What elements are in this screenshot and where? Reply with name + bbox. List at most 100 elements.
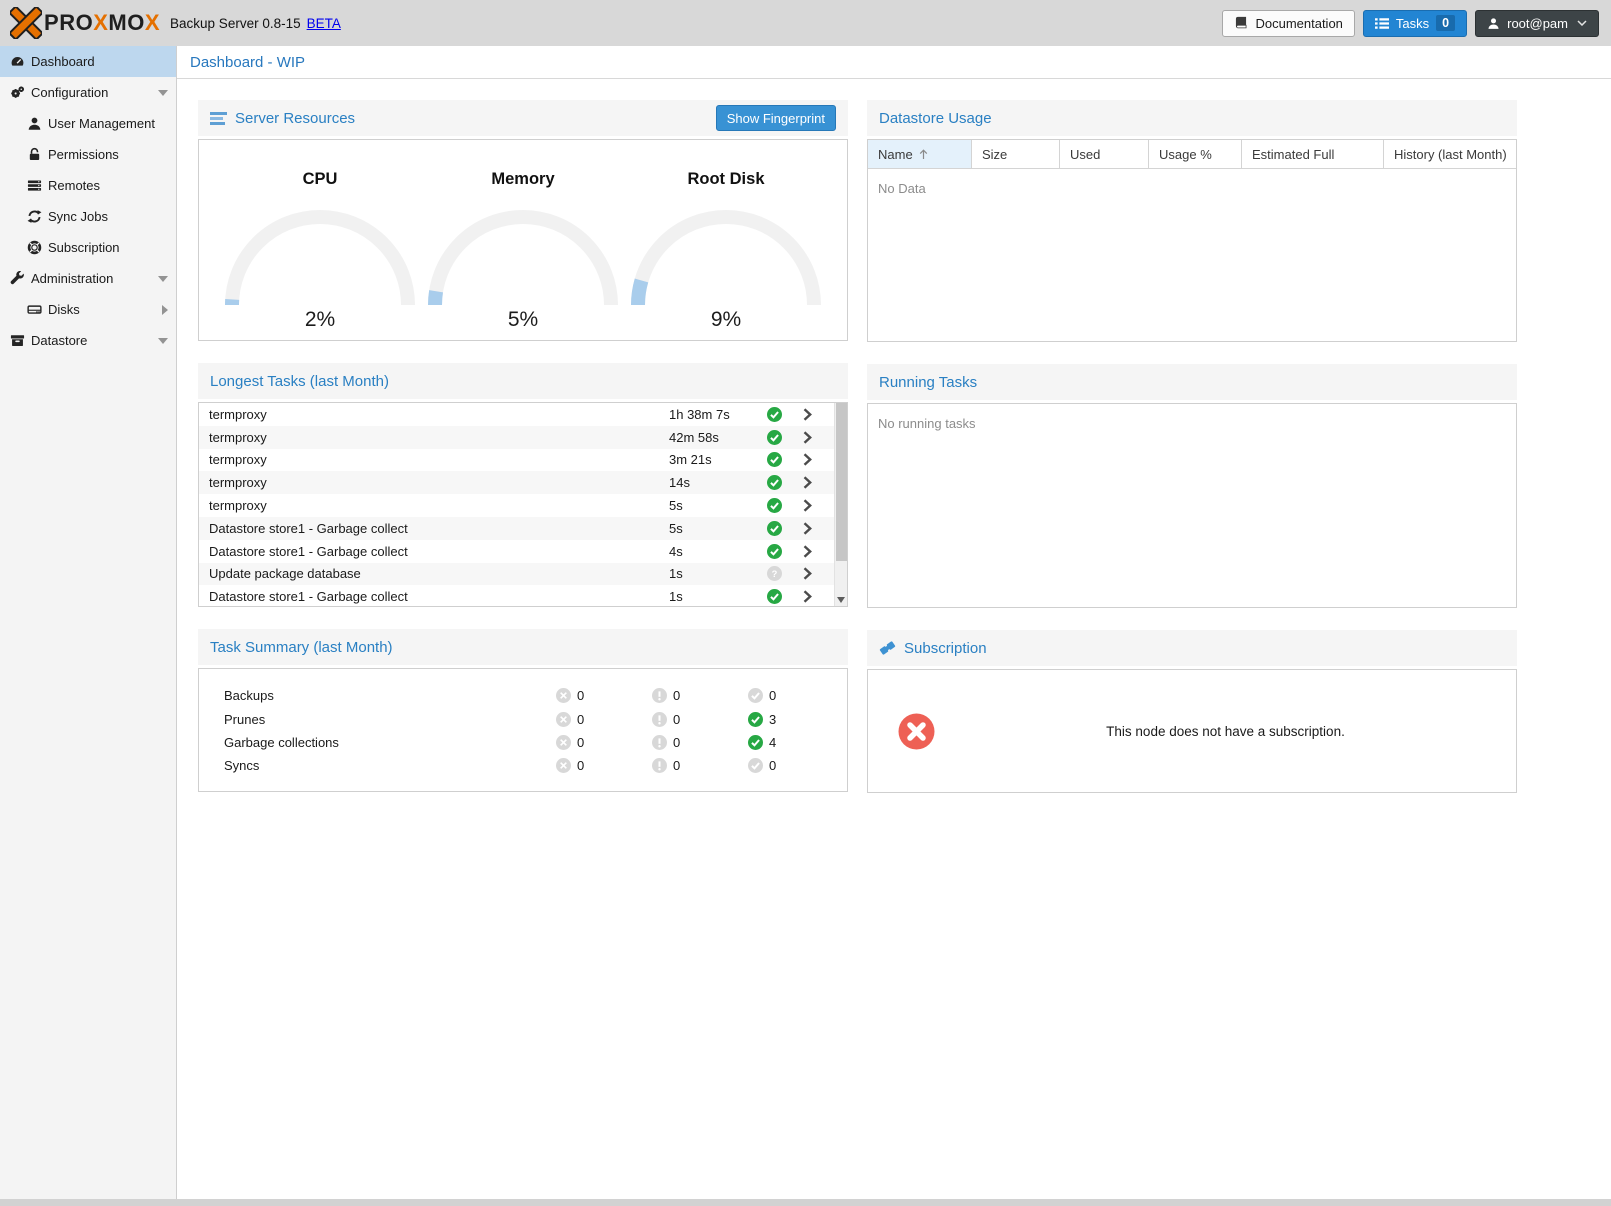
longest-task-row[interactable]: Datastore store1 - Garbage collect1s <box>199 585 847 607</box>
sidebar-item-user-management[interactable]: User Management <box>0 108 176 139</box>
chevron-right-icon[interactable] <box>789 590 825 603</box>
documentation-button[interactable]: Documentation <box>1222 10 1354 37</box>
task-status-ok-icon <box>759 407 789 422</box>
sidebar-item-remotes[interactable]: Remotes <box>0 170 176 201</box>
ok-count: 3 <box>769 712 776 727</box>
column-header-usage-[interactable]: Usage % <box>1149 140 1242 168</box>
user-menu-button[interactable]: root@pam <box>1475 10 1599 37</box>
ok-circle-icon <box>748 735 763 750</box>
chevron-right-icon[interactable] <box>789 453 825 466</box>
longest-task-row[interactable]: termproxy42m 58s <box>199 426 847 449</box>
sidebar-item-dashboard[interactable]: Dashboard <box>0 46 176 77</box>
caret-down-icon[interactable] <box>158 276 168 282</box>
task-status-ok-icon <box>759 498 789 513</box>
caret-down-icon[interactable] <box>158 338 168 344</box>
chevron-right-icon[interactable] <box>789 545 825 558</box>
dashboard-content: Server Resources Show Fingerprint CPU2%M… <box>177 79 1611 815</box>
sidebar-item-disks[interactable]: Disks <box>0 294 176 325</box>
brand-letter: M <box>108 10 127 35</box>
column-header-name[interactable]: Name <box>868 140 972 168</box>
scrollbar-thumb[interactable] <box>836 403 847 561</box>
beta-link[interactable]: BETA <box>307 16 341 31</box>
running-tasks-title: Running Tasks <box>879 374 977 391</box>
subscription-panel: Subscription This node does not have a s… <box>867 630 1517 793</box>
chevron-right-icon[interactable] <box>789 499 825 512</box>
longest-tasks-header: Longest Tasks (last Month) <box>198 363 848 399</box>
ok-count-group: 3 <box>748 712 844 727</box>
sidebar-item-permissions[interactable]: Permissions <box>0 139 176 170</box>
tasks-button[interactable]: Tasks 0 <box>1363 10 1467 37</box>
sidebar-item-configuration[interactable]: Configuration <box>0 77 176 108</box>
chevron-right-icon[interactable] <box>789 522 825 535</box>
chevron-right-icon[interactable] <box>789 408 825 421</box>
column-header-used[interactable]: Used <box>1060 140 1149 168</box>
bars-icon <box>210 112 227 125</box>
dashboard-icon <box>10 54 30 69</box>
ok-circle-icon <box>748 712 763 727</box>
column-header-label: Used <box>1070 147 1100 162</box>
longest-task-row[interactable]: termproxy1h 38m 7s <box>199 403 847 426</box>
sidebar-item-label: Subscription <box>48 240 120 255</box>
subscription-title: Subscription <box>904 640 987 657</box>
warning-circle-icon <box>652 758 667 773</box>
sidebar-item-sync-jobs[interactable]: Sync Jobs <box>0 201 176 232</box>
task-status-ok-icon <box>759 475 789 490</box>
task-summary-row-syncs: Syncs000 <box>199 754 847 777</box>
server-resources-header: Server Resources Show Fingerprint <box>198 100 848 136</box>
svg-text:?: ? <box>771 570 777 580</box>
task-duration: 14s <box>669 475 759 490</box>
task-status-ok-icon <box>759 521 789 536</box>
column-header-history-last-month-[interactable]: History (last Month) <box>1384 140 1516 168</box>
task-name: termproxy <box>209 475 669 490</box>
sidebar-item-label: Datastore <box>31 333 87 348</box>
longest-task-row[interactable]: termproxy14s <box>199 471 847 494</box>
chevron-right-icon[interactable] <box>789 476 825 489</box>
gauge-arc <box>220 205 420 315</box>
task-status-unknown-icon: ? <box>759 566 789 581</box>
sidebar-item-datastore[interactable]: Datastore <box>0 325 176 356</box>
longest-task-row[interactable]: Update package database1s? <box>199 563 847 586</box>
scrollbar[interactable] <box>834 403 847 606</box>
task-duration: 1h 38m 7s <box>669 407 759 422</box>
datastore-table-header: NameSize Used Usage %Estimated FullHistory… <box>868 140 1516 169</box>
longest-task-row[interactable]: termproxy3m 21s <box>199 449 847 472</box>
chevron-down-icon <box>1577 20 1587 26</box>
task-summary-row-backups: Backups000 <box>199 684 847 707</box>
sidebar-item-label: Sync Jobs <box>48 209 108 224</box>
gauge-label: Memory <box>423 170 623 189</box>
running-tasks-body: No running tasks <box>867 403 1517 608</box>
disks-icon <box>27 302 47 317</box>
tasks-count-badge: 0 <box>1436 15 1455 31</box>
caret-down-icon[interactable] <box>158 90 168 96</box>
warning-circle-icon <box>652 688 667 703</box>
warning-count: 0 <box>673 758 680 773</box>
sidebar-item-administration[interactable]: Administration <box>0 263 176 294</box>
ok-circle-icon <box>748 688 763 703</box>
longest-tasks-list: termproxy1h 38m 7stermproxy42m 58stermpr… <box>199 403 847 607</box>
gauge-cpu: CPU2% <box>220 170 420 340</box>
running-tasks-panel: Running Tasks No running tasks <box>867 364 1517 608</box>
chevron-right-icon[interactable] <box>789 431 825 444</box>
longest-task-row[interactable]: termproxy5s <box>199 494 847 517</box>
warning-count-group: 0 <box>652 712 748 727</box>
sidebar-item-label: User Management <box>48 116 155 131</box>
longest-task-row[interactable]: Datastore store1 - Garbage collect4s <box>199 540 847 563</box>
warning-count: 0 <box>673 712 680 727</box>
ok-count-group: 0 <box>748 688 844 703</box>
datastore-usage-title: Datastore Usage <box>879 110 992 127</box>
sidebar-item-subscription[interactable]: Subscription <box>0 232 176 263</box>
horizontal-scrollbar-track[interactable] <box>0 1199 1611 1206</box>
column-header-estimated-full[interactable]: Estimated Full <box>1242 140 1384 168</box>
proxmox-x-icon <box>10 7 42 39</box>
show-fingerprint-button[interactable]: Show Fingerprint <box>716 105 836 131</box>
datastore-usage-body: NameSize Used Usage %Estimated FullHistory… <box>867 139 1517 342</box>
task-duration: 5s <box>669 521 759 536</box>
caret-right-icon[interactable] <box>162 305 168 315</box>
subscription-icon <box>27 240 47 255</box>
scrollbar-down-arrow-icon[interactable] <box>837 597 845 603</box>
gauge-value: 2% <box>220 308 420 332</box>
datastore-usage-panel: Datastore Usage NameSize Used Usage %Estim… <box>867 100 1517 342</box>
column-header-size[interactable]: Size <box>972 140 1060 168</box>
chevron-right-icon[interactable] <box>789 567 825 580</box>
longest-task-row[interactable]: Datastore store1 - Garbage collect5s <box>199 517 847 540</box>
